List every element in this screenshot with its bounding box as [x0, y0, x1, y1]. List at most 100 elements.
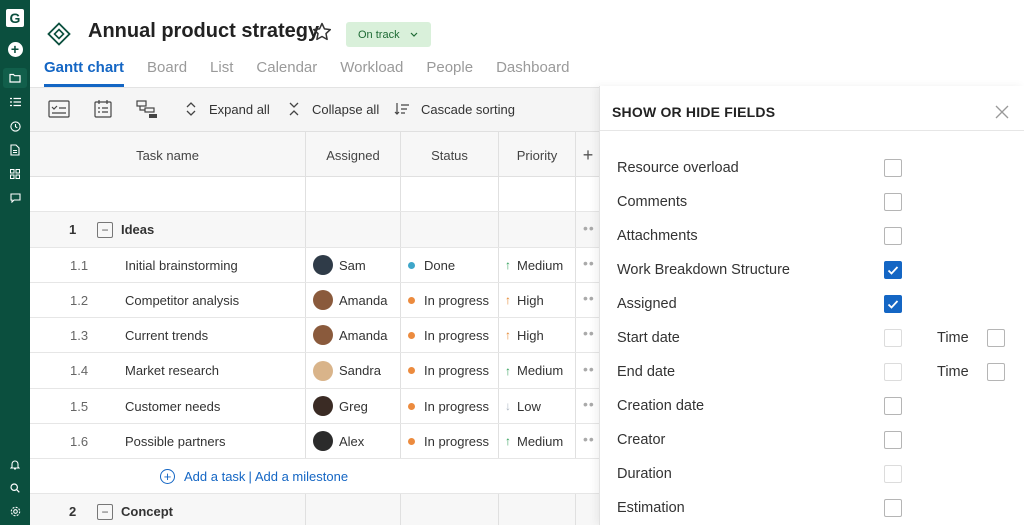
tab-list[interactable]: List [210, 59, 233, 87]
field-checkbox[interactable] [884, 431, 902, 449]
chat-icon[interactable] [0, 190, 30, 206]
document-icon[interactable] [0, 142, 30, 158]
task-grid: Task name Assigned Status Priority + 1 −… [30, 131, 600, 525]
field-checkbox[interactable] [884, 397, 902, 415]
avatar [313, 255, 333, 275]
project-status-label: On track [358, 28, 400, 41]
collapse-group-icon[interactable]: − [97, 221, 113, 238]
task-name[interactable]: Market research [125, 363, 219, 378]
task-name[interactable]: Possible partners [125, 434, 225, 449]
task-name[interactable]: Current trends [125, 328, 208, 343]
add-task-link[interactable]: Add a task [184, 469, 245, 484]
avatar [313, 290, 333, 310]
table-row[interactable]: 1.4 Market research Sandra In progress ↑ M… [30, 353, 600, 389]
tab-dashboard[interactable]: Dashboard [496, 59, 569, 87]
priority-up-icon: ↑ [505, 293, 511, 307]
avatar [313, 431, 333, 451]
status-text: In progress [424, 292, 490, 308]
column-header-task-name[interactable]: Task name [30, 132, 306, 178]
folder-icon[interactable] [0, 70, 30, 86]
list-icon[interactable] [0, 94, 30, 110]
cascade-sorting-label: Cascade sorting [421, 101, 515, 117]
field-label: Estimation [617, 500, 685, 516]
grid-icon[interactable] [0, 166, 30, 182]
tab-board[interactable]: Board [147, 59, 187, 87]
priority-up-icon: ↑ [505, 258, 511, 272]
table-row[interactable]: 1.5 Customer needs Greg In progress ↓ Low … [30, 389, 600, 424]
field-checkbox[interactable] [884, 465, 902, 483]
settings-icon[interactable] [0, 503, 30, 519]
field-checkbox-checked[interactable] [884, 261, 902, 279]
task-name[interactable]: Initial brainstorming [125, 258, 238, 273]
search-icon[interactable] [0, 480, 30, 496]
more-icon[interactable]: •• [583, 325, 595, 341]
plus-icon[interactable]: + [0, 40, 30, 58]
more-icon[interactable]: •• [583, 431, 595, 447]
project-status-dropdown[interactable]: On track [346, 22, 431, 47]
expand-all-button[interactable]: Expand all [185, 97, 270, 121]
more-icon[interactable]: •• [583, 361, 595, 377]
tab-gantt-chart[interactable]: Gantt chart [44, 59, 125, 87]
field-label: Duration [617, 466, 672, 482]
field-checkbox[interactable] [884, 499, 902, 517]
table-row[interactable]: 1.2 Competitor analysis Amanda In progres… [30, 283, 600, 318]
group-row[interactable]: 1 − Ideas •• [30, 212, 600, 248]
clock-icon[interactable] [0, 118, 30, 134]
collapse-group-icon[interactable]: − [97, 503, 113, 520]
status-text: In progress [424, 363, 490, 378]
table-row[interactable]: 1.3 Current trends Amanda In progress ↑ Hi… [30, 318, 600, 353]
task-name[interactable]: Competitor analysis [125, 293, 239, 308]
cascade-sorting-button[interactable]: Cascade sorting [394, 97, 515, 121]
group-row[interactable]: 2 − Concept [30, 494, 600, 525]
tab-workload[interactable]: Workload [340, 59, 403, 87]
add-column-icon[interactable]: + [576, 132, 600, 178]
field-checkbox[interactable] [884, 329, 902, 347]
field-checkbox[interactable] [884, 363, 902, 381]
more-icon[interactable]: •• [583, 220, 595, 236]
field-checkbox[interactable] [884, 159, 902, 177]
column-header-priority[interactable]: Priority [499, 132, 576, 178]
field-checkbox-checked[interactable] [884, 295, 902, 313]
field-label: Start date [617, 330, 680, 346]
field-checkbox[interactable] [884, 227, 902, 245]
add-circle-icon[interactable]: + [160, 469, 175, 484]
check-icon [887, 300, 899, 309]
app-sidebar: G + [0, 0, 30, 525]
task-number: 1.1 [70, 257, 89, 273]
table-row[interactable]: 1.1 Initial brainstorming Sam Done ↑ Mediu… [30, 248, 600, 283]
task-number: 1.4 [70, 363, 89, 378]
field-checkbox[interactable] [884, 193, 902, 211]
column-header-status[interactable]: Status [401, 132, 499, 178]
task-number: 1.2 [70, 292, 89, 308]
assignee-name: Sandra [339, 363, 381, 378]
time-checkbox[interactable] [987, 329, 1005, 347]
table-row[interactable]: 1.6 Possible partners Alex In progress ↑ M… [30, 424, 600, 459]
more-icon[interactable]: •• [583, 396, 595, 412]
group-number: 1 [69, 222, 77, 237]
priority-text: High [517, 292, 544, 308]
collapse-all-button[interactable]: Collapse all [288, 97, 379, 121]
more-icon[interactable]: •• [583, 255, 595, 271]
column-header-assigned[interactable]: Assigned [306, 132, 401, 178]
bell-icon[interactable] [0, 456, 30, 472]
assignee-name: Amanda [339, 327, 388, 343]
task-list-icon[interactable] [48, 97, 70, 121]
star-icon[interactable] [311, 21, 333, 43]
time-label: Time [937, 364, 969, 380]
tab-people[interactable]: People [426, 59, 473, 87]
hierarchy-icon[interactable] [136, 97, 158, 121]
status-dot [408, 296, 415, 304]
close-icon[interactable] [992, 102, 1012, 122]
add-milestone-link[interactable]: Add a milestone [255, 469, 348, 484]
priority-down-icon: ↓ [505, 399, 511, 413]
time-checkbox[interactable] [987, 363, 1005, 381]
tab-calendar[interactable]: Calendar [256, 59, 317, 87]
avatar [313, 325, 333, 345]
calendar-list-icon[interactable] [93, 97, 113, 121]
more-icon[interactable]: •• [583, 290, 595, 306]
field-label: Assigned [617, 296, 677, 312]
show-hide-fields-panel: SHOW OR HIDE FIELDS Resource overload Co… [599, 86, 1024, 525]
task-name[interactable]: Customer needs [125, 399, 220, 414]
app-logo[interactable]: G [0, 8, 30, 28]
priority-up-icon: ↑ [505, 363, 511, 378]
